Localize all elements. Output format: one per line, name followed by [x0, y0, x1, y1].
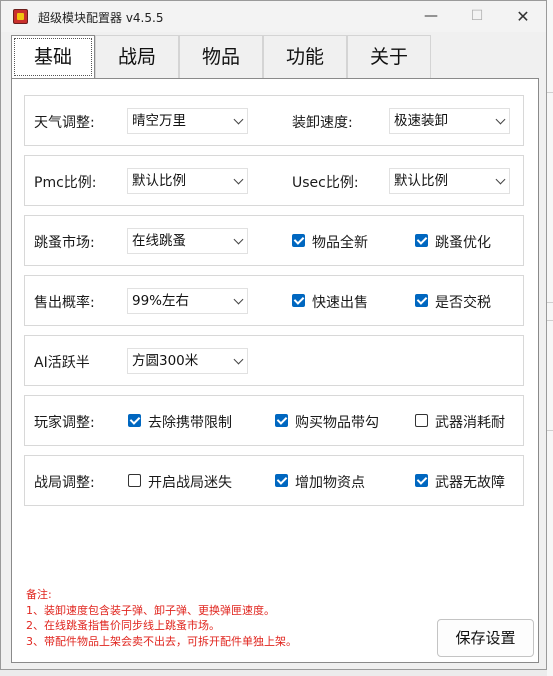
- tab-basic[interactable]: 基础: [11, 35, 95, 78]
- usec-label: Usec比例:: [292, 175, 359, 191]
- ai-label: AI活跃半: [34, 355, 90, 371]
- chevron-down-icon: [233, 234, 244, 245]
- sell-label: 售出概率:: [34, 295, 95, 311]
- raid-label: 战局调整:: [34, 475, 95, 491]
- sell-select[interactable]: 99%左右: [127, 288, 248, 314]
- flea-market-group: 跳蚤市场: 在线跳蚤 物品全新 跳蚤优化: [24, 215, 524, 266]
- add-loot-points-checkbox[interactable]: [275, 474, 288, 487]
- sell-value: 99%左右: [132, 293, 190, 309]
- raid-adjust-group: 战局调整: 开启战局迷失 增加物资点 武器无故障: [24, 455, 524, 506]
- raid-lost-checkbox[interactable]: [128, 474, 141, 487]
- player-adjust-group: 玩家调整: 去除携带限制 购买物品带勾 武器消耗耐: [24, 395, 524, 446]
- pmc-value: 默认比例: [132, 173, 186, 189]
- buy-item-checked-label: 购买物品带勾: [295, 415, 379, 431]
- chevron-down-icon: [233, 174, 244, 185]
- save-settings-button[interactable]: 保存设置: [437, 619, 534, 657]
- minimize-button[interactable]: —: [408, 1, 454, 32]
- desktop-background: [547, 0, 553, 676]
- tab-content-panel: 天气调整: 晴空万里 装卸速度: 极速装卸 Pmc比例: 默认比例 Usec比例…: [11, 78, 539, 663]
- weather-loadspeed-group: 天气调整: 晴空万里 装卸速度: 极速装卸: [24, 95, 524, 146]
- player-label: 玩家调整:: [34, 415, 95, 431]
- quick-sell-checkbox[interactable]: [292, 294, 305, 307]
- chevron-down-icon: [233, 294, 244, 305]
- raid-lost-label: 开启战局迷失: [148, 475, 232, 491]
- tab-raid[interactable]: 战局: [95, 35, 179, 78]
- item-new-checkbox[interactable]: [292, 234, 305, 247]
- add-loot-points-label: 增加物资点: [295, 475, 365, 491]
- flea-label: 跳蚤市场:: [34, 235, 95, 251]
- item-new-label: 物品全新: [312, 235, 368, 251]
- close-button[interactable]: ✕: [500, 1, 546, 32]
- chevron-down-icon: [495, 174, 506, 185]
- load-speed-label: 装卸速度:: [292, 115, 353, 131]
- pay-tax-checkbox[interactable]: [415, 294, 428, 307]
- chevron-down-icon: [233, 114, 244, 125]
- weapon-no-malfunction-checkbox[interactable]: [415, 474, 428, 487]
- faction-ratio-group: Pmc比例: 默认比例 Usec比例: 默认比例: [24, 155, 524, 206]
- remove-carry-limit-checkbox[interactable]: [128, 414, 141, 427]
- load-speed-select[interactable]: 极速装卸: [389, 108, 510, 134]
- flea-select[interactable]: 在线跳蚤: [127, 228, 248, 254]
- tab-items[interactable]: 物品: [179, 35, 263, 78]
- ai-radius-group: AI活跃半 方圆300米: [24, 335, 524, 386]
- window-title: 超级模块配置器 v4.5.5: [38, 11, 164, 25]
- weapon-no-malfunction-label: 武器无故障: [435, 475, 505, 491]
- tab-features[interactable]: 功能: [263, 35, 347, 78]
- app-window: 超级模块配置器 v4.5.5 — ☐ ✕ 基础 战局 物品 功能 关于 天气调整…: [0, 0, 547, 670]
- sell-probability-group: 售出概率: 99%左右 快速出售 是否交税: [24, 275, 524, 326]
- flea-value: 在线跳蚤: [132, 233, 186, 249]
- weather-select[interactable]: 晴空万里: [127, 108, 248, 134]
- tab-about[interactable]: 关于: [347, 35, 431, 78]
- chevron-down-icon: [495, 114, 506, 125]
- ai-select[interactable]: 方圆300米: [127, 348, 248, 374]
- pay-tax-label: 是否交税: [435, 295, 491, 311]
- remove-carry-limit-label: 去除携带限制: [148, 415, 232, 431]
- weapon-durability-checkbox[interactable]: [415, 414, 428, 427]
- pmc-label: Pmc比例:: [34, 175, 97, 191]
- notes-title: 备注:: [26, 588, 52, 601]
- ai-value: 方圆300米: [132, 353, 199, 369]
- weather-value: 晴空万里: [132, 113, 186, 129]
- note-line: 3、带配件物品上架会卖不出去，可拆开配件单独上架。: [26, 634, 297, 648]
- flea-optimize-checkbox[interactable]: [415, 234, 428, 247]
- buy-item-checked-checkbox[interactable]: [275, 414, 288, 427]
- weapon-durability-label: 武器消耗耐: [435, 415, 505, 431]
- pmc-select[interactable]: 默认比例: [127, 168, 248, 194]
- usec-select[interactable]: 默认比例: [389, 168, 510, 194]
- note-line: 2、在线跳蚤指售价同步线上跳蚤市场。: [26, 619, 220, 632]
- load-speed-value: 极速装卸: [394, 113, 448, 129]
- note-line: 1、装卸速度包含装子弹、卸子弹、更换弹匣速度。: [26, 603, 275, 617]
- chevron-down-icon: [233, 354, 244, 365]
- title-bar[interactable]: 超级模块配置器 v4.5.5 — ☐ ✕: [1, 1, 546, 32]
- quick-sell-label: 快速出售: [312, 295, 368, 311]
- weather-label: 天气调整:: [34, 115, 95, 131]
- app-icon: [13, 9, 28, 24]
- flea-optimize-label: 跳蚤优化: [435, 235, 491, 251]
- usec-value: 默认比例: [394, 173, 448, 189]
- maximize-button[interactable]: ☐: [454, 1, 500, 32]
- notes-section: 备注: 1、装卸速度包含装子弹、卸子弹、更换弹匣速度。 2、在线跳蚤指售价同步线…: [26, 587, 297, 649]
